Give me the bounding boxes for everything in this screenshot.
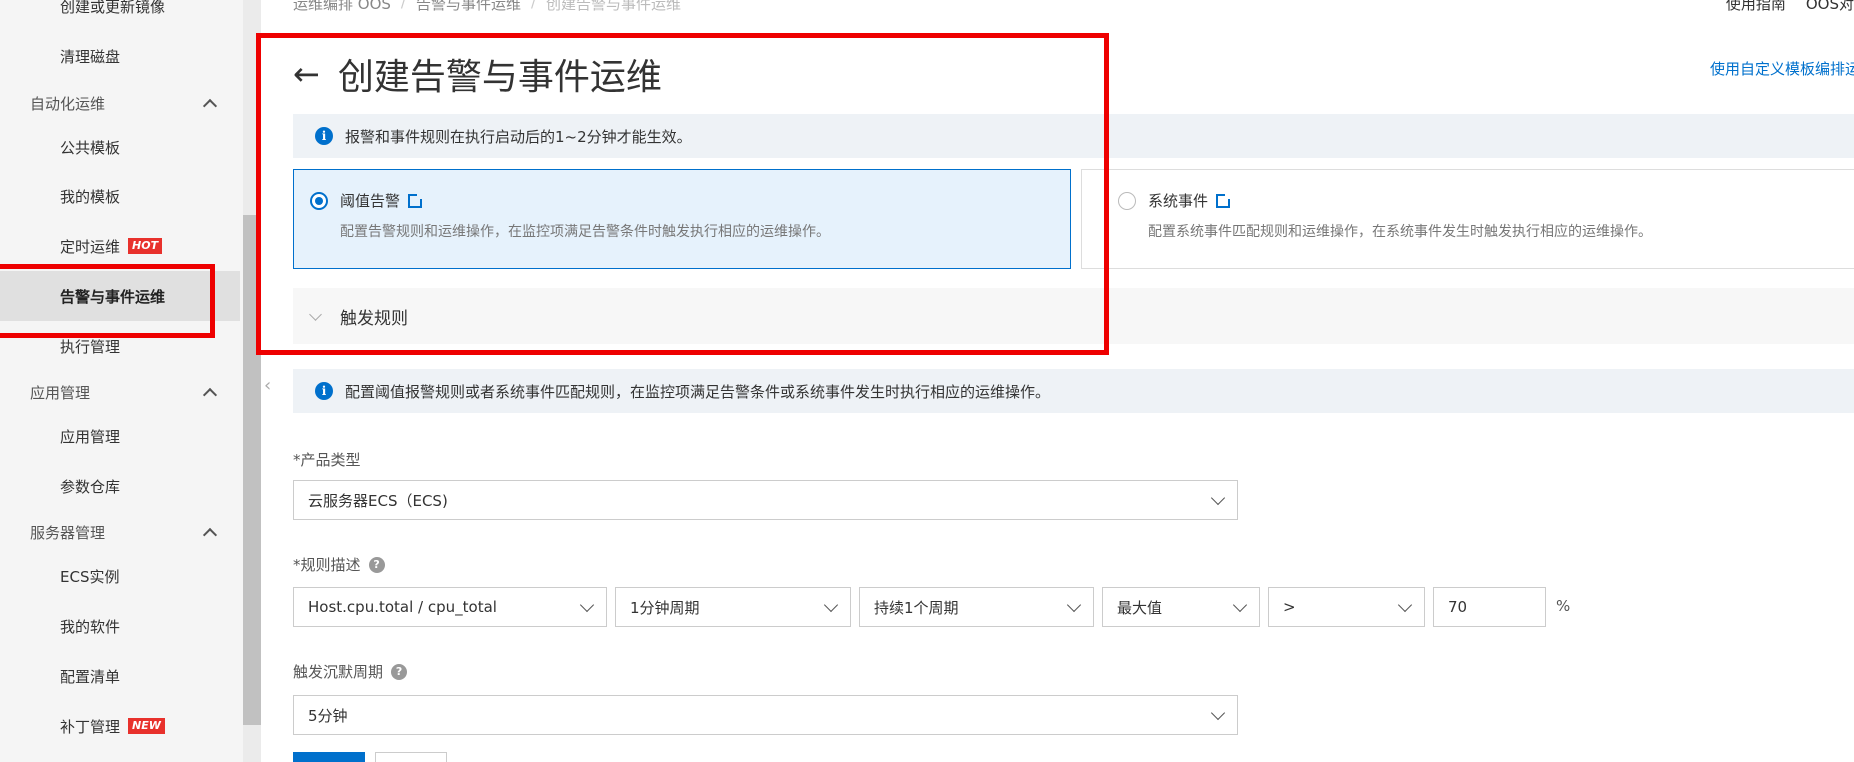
sidebar-group-label: 服务器管理 xyxy=(30,523,106,542)
chevron-down-icon xyxy=(1210,490,1226,505)
new-badge: NEW xyxy=(128,718,165,734)
sidebar-item-label: 清理磁盘 xyxy=(60,47,121,66)
operator-select[interactable]: > xyxy=(1268,587,1425,627)
rule-info-notice: i 配置阈值报警规则或者系统事件匹配规则，在监控项满足告警条件或系统事件发生时执… xyxy=(293,369,1854,413)
breadcrumb-separator: / xyxy=(400,0,406,11)
select-value: 5分钟 xyxy=(308,706,348,725)
sidebar-item-config-inventory[interactable]: 配置清单 xyxy=(0,651,243,701)
guide-link[interactable]: 使用指南 xyxy=(1726,0,1786,14)
sidebar-item-param-store[interactable]: 参数仓库 xyxy=(0,461,243,511)
product-type-label: *产品类型 xyxy=(293,449,361,470)
select-value: 1分钟周期 xyxy=(630,598,700,617)
metric-select[interactable]: Host.cpu.total / cpu_total xyxy=(293,587,607,627)
highlight-box xyxy=(0,264,215,338)
chevron-down-icon xyxy=(823,597,839,612)
sidebar-item-ecs-instances[interactable]: ECS实例 xyxy=(0,551,243,601)
chevron-down-icon xyxy=(1066,597,1082,612)
sidebar-item-label: 应用管理 xyxy=(60,427,121,446)
field-label: 触发沉默周期 xyxy=(293,663,384,681)
external-link-icon[interactable] xyxy=(1216,191,1233,208)
chevron-up-icon xyxy=(202,527,218,543)
sidebar: 创建或更新镜像 清理磁盘 自动化运维 公共模板 我的模板 定时运维 HOT 告警与… xyxy=(0,0,243,762)
help-icon[interactable]: ? xyxy=(368,556,385,573)
sidebar-item-clean-disk[interactable]: 清理磁盘 xyxy=(0,31,243,81)
select-value: > xyxy=(1283,598,1296,616)
chevron-down-icon xyxy=(1397,597,1413,612)
select-value: 最大值 xyxy=(1117,598,1163,617)
card-description: 配置系统事件匹配规则和运维操作，在系统事件发生时触发执行相应的运维操作。 xyxy=(1148,224,1652,240)
sidebar-group-automation[interactable]: 自动化运维 xyxy=(0,78,243,128)
statistic-select[interactable]: 最大值 xyxy=(1102,587,1260,627)
highlight-box xyxy=(256,33,1109,355)
sidebar-item-app-mgmt[interactable]: 应用管理 xyxy=(0,411,243,461)
threshold-input[interactable]: 70 xyxy=(1433,587,1546,627)
chevron-down-icon xyxy=(579,597,595,612)
sidebar-item-label: 定时运维 xyxy=(60,237,121,256)
chevron-down-icon xyxy=(1232,597,1248,612)
product-type-select[interactable]: 云服务器ECS（ECS) xyxy=(293,480,1238,520)
sidebar-group-label: 应用管理 xyxy=(30,383,91,402)
sidebar-group-app-mgmt[interactable]: 应用管理 xyxy=(0,367,243,417)
silence-period-select[interactable]: 5分钟 xyxy=(293,695,1238,735)
sidebar-item-label: 执行管理 xyxy=(60,337,121,356)
sidebar-item-create-image[interactable]: 创建或更新镜像 xyxy=(0,0,243,31)
period-select[interactable]: 1分钟周期 xyxy=(615,587,851,627)
sidebar-item-public-templates[interactable]: 公共模板 xyxy=(0,122,243,172)
sidebar-group-label: 自动化运维 xyxy=(30,94,106,113)
collapse-sidebar-icon[interactable]: ‹ xyxy=(264,372,278,400)
secondary-button[interactable] xyxy=(375,752,447,762)
duration-select[interactable]: 持续1个周期 xyxy=(859,587,1094,627)
input-value: 70 xyxy=(1448,598,1468,616)
sidebar-item-label: 我的模板 xyxy=(60,187,121,206)
chevron-up-icon xyxy=(202,387,218,403)
card-title: 系统事件 xyxy=(1148,192,1209,210)
chevron-up-icon xyxy=(202,98,218,114)
breadcrumb-current: 创建告警与事件运维 xyxy=(546,0,682,13)
sidebar-item-my-software[interactable]: 我的软件 xyxy=(0,601,243,651)
select-value: Host.cpu.total / cpu_total xyxy=(308,598,497,616)
primary-button[interactable] xyxy=(293,752,365,762)
custom-template-link[interactable]: 使用自定义模板编排运维 xyxy=(1710,58,1854,79)
field-label: *规则描述 xyxy=(293,556,361,574)
header-links: 使用指南 OOS对 xyxy=(1726,0,1854,14)
help-icon[interactable]: ? xyxy=(391,663,408,680)
system-event-card[interactable]: 系统事件 配置系统事件匹配规则和运维操作，在系统事件发生时触发执行相应的运维操作… xyxy=(1081,169,1854,269)
silence-period-label: 触发沉默周期 ? xyxy=(293,661,408,682)
select-value: 持续1个周期 xyxy=(874,598,959,617)
breadcrumb-item[interactable]: 运维编排 OOS xyxy=(293,0,391,14)
radio-system-event[interactable] xyxy=(1118,191,1136,210)
breadcrumb-separator: / xyxy=(530,0,537,11)
rule-desc-label: *规则描述 ? xyxy=(293,554,385,575)
sidebar-item-patch-mgmt[interactable]: 补丁管理 NEW xyxy=(0,701,243,751)
info-icon: i xyxy=(315,382,333,400)
chevron-down-icon xyxy=(1210,705,1226,720)
sidebar-item-label: 创建或更新镜像 xyxy=(60,0,166,16)
sidebar-group-server-mgmt[interactable]: 服务器管理 xyxy=(0,507,243,557)
sidebar-item-label: 公共模板 xyxy=(60,138,121,157)
sidebar-item-label: 我的软件 xyxy=(60,617,121,636)
sidebar-item-my-templates[interactable]: 我的模板 xyxy=(0,171,243,221)
field-label: *产品类型 xyxy=(293,451,361,469)
select-value: 云服务器ECS（ECS) xyxy=(308,491,448,510)
product-link[interactable]: OOS对 xyxy=(1806,0,1854,14)
sidebar-item-label: 参数仓库 xyxy=(60,477,121,496)
breadcrumb: 运维编排 OOS / 告警与事件运维 / 创建告警与事件运维 xyxy=(293,0,681,14)
unit-label: % xyxy=(1556,597,1571,615)
breadcrumb-item[interactable]: 告警与事件运维 xyxy=(416,0,521,14)
sidebar-item-label: 补丁管理 xyxy=(60,717,121,736)
sidebar-item-label: ECS实例 xyxy=(60,567,120,586)
info-text: 配置阈值报警规则或者系统事件匹配规则，在监控项满足告警条件或系统事件发生时执行相… xyxy=(345,382,1051,401)
sidebar-item-label: 配置清单 xyxy=(60,667,121,686)
hot-badge: HOT xyxy=(128,238,163,254)
